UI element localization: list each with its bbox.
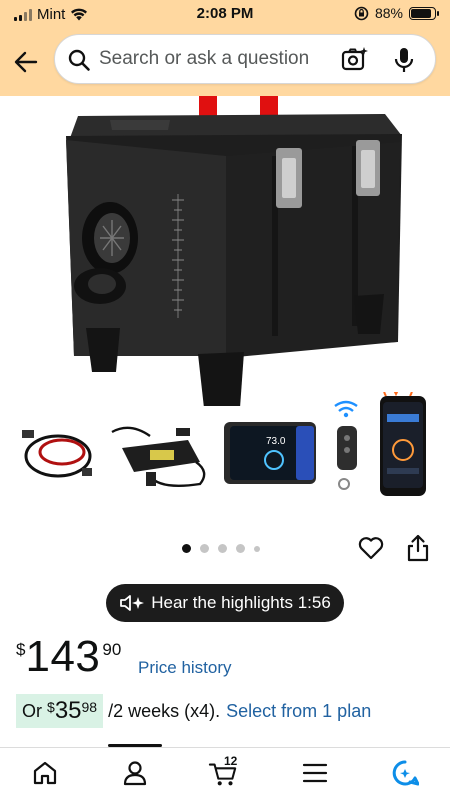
bottom-nav: 12 — [0, 747, 450, 800]
carousel-dot[interactable] — [254, 545, 260, 552]
menu-icon — [302, 763, 328, 783]
product-accessories-strip: 73.0 — [22, 392, 426, 496]
nav-home[interactable] — [30, 758, 60, 788]
price-fraction: 90 — [102, 640, 122, 659]
status-right: 88% — [354, 5, 439, 21]
account-icon — [123, 761, 147, 786]
battery-percent: 88% — [374, 5, 403, 21]
carousel-dot[interactable] — [218, 544, 227, 553]
installment-terms: /2 weeks (x4). — [108, 700, 221, 721]
power-adapter-thumbnail[interactable] — [111, 426, 206, 487]
cable-harness-thumbnail[interactable] — [22, 430, 92, 478]
search-icon — [68, 49, 90, 71]
phone-app-thumbnail[interactable] — [380, 392, 426, 496]
price-whole: 143 — [25, 632, 101, 681]
share-icon[interactable] — [406, 534, 430, 562]
speaker-sparkle-icon — [120, 595, 145, 611]
price-history-link[interactable]: Price history — [138, 658, 232, 678]
battery-icon — [409, 6, 439, 20]
installment-whole: 35 — [54, 697, 82, 724]
installment-offer: Or $35 98 /2 weeks (x4). Select from 1 pl… — [16, 694, 371, 728]
installment-prefix: Or — [22, 700, 42, 721]
nav-account[interactable] — [120, 758, 150, 788]
heart-icon[interactable] — [358, 536, 384, 560]
rufus-icon — [392, 760, 419, 786]
carousel-dot[interactable] — [200, 544, 209, 553]
search-header — [0, 28, 450, 96]
lcd-controller-thumbnail[interactable]: 73.0 — [224, 422, 316, 484]
price-currency: $ — [16, 640, 26, 659]
search-bar[interactable] — [54, 34, 436, 84]
highlights-label: Hear the highlights 1:56 — [151, 593, 331, 612]
home-icon — [33, 761, 57, 785]
cart-count-badge: 12 — [224, 754, 238, 768]
red-handle-left — [199, 96, 217, 118]
installment-currency: $ — [47, 699, 55, 715]
carousel-dot[interactable] — [182, 544, 191, 553]
installment-badge: Or $35 98 — [16, 694, 104, 728]
installment-fraction: 98 — [81, 699, 98, 715]
back-arrow-icon[interactable] — [12, 48, 40, 76]
remote-key-fob-thumbnail[interactable] — [334, 400, 358, 490]
select-plan-link[interactable]: Select from 1 plan — [226, 701, 371, 722]
status-bar: Mint 2:08 PM 88% — [0, 0, 450, 28]
nav-menu[interactable] — [300, 758, 330, 788]
hear-highlights-button[interactable]: Hear the highlights 1:56 — [106, 584, 344, 622]
product-main-image[interactable] — [0, 96, 450, 406]
carousel-dots[interactable] — [182, 544, 260, 553]
svg-text:73.0: 73.0 — [266, 436, 286, 447]
search-input[interactable] — [99, 35, 339, 83]
product-price: $ 143 90 — [16, 632, 121, 682]
carousel-dot[interactable] — [236, 544, 245, 553]
red-handle-right — [260, 96, 278, 118]
nav-rufus[interactable] — [390, 758, 420, 788]
screen-lock-icon — [354, 6, 369, 20]
microphone-icon[interactable] — [393, 46, 415, 74]
camera-search-icon[interactable] — [341, 46, 369, 74]
